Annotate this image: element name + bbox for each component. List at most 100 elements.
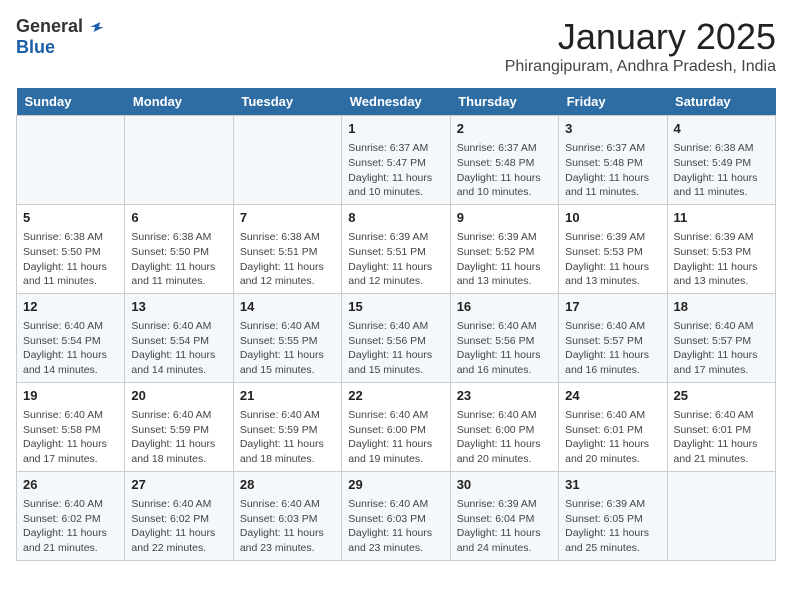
calendar-cell: 9 Sunrise: 6:39 AMSunset: 5:52 PMDaylight…: [450, 204, 558, 293]
day-number: 1: [348, 120, 443, 138]
day-of-week-header: Tuesday: [233, 88, 341, 116]
day-info: Sunrise: 6:37 AMSunset: 5:48 PMDaylight:…: [565, 141, 660, 200]
calendar-week-row: 26 Sunrise: 6:40 AMSunset: 6:02 PMDayligh…: [17, 471, 776, 560]
logo-general-text: General: [16, 16, 83, 37]
day-info: Sunrise: 6:40 AMSunset: 6:03 PMDaylight:…: [348, 497, 443, 556]
calendar-week-row: 1 Sunrise: 6:37 AMSunset: 5:47 PMDaylight…: [17, 116, 776, 205]
calendar-cell: 29 Sunrise: 6:40 AMSunset: 6:03 PMDayligh…: [342, 471, 450, 560]
day-number: 25: [674, 387, 769, 405]
day-number: 12: [23, 298, 118, 316]
day-info: Sunrise: 6:40 AMSunset: 5:56 PMDaylight:…: [457, 319, 552, 378]
day-info: Sunrise: 6:40 AMSunset: 5:56 PMDaylight:…: [348, 319, 443, 378]
day-info: Sunrise: 6:40 AMSunset: 5:59 PMDaylight:…: [240, 408, 335, 467]
calendar-cell: 24Sunrise: 6:40 AMSunset: 6:01 PMDayligh…: [559, 382, 667, 471]
day-number: 21: [240, 387, 335, 405]
calendar-cell: 16Sunrise: 6:40 AMSunset: 5:56 PMDayligh…: [450, 293, 558, 382]
day-info: Sunrise: 6:40 AMSunset: 6:03 PMDaylight:…: [240, 497, 335, 556]
day-info: Sunrise: 6:40 AMSunset: 5:54 PMDaylight:…: [23, 319, 118, 378]
calendar-cell: 27 Sunrise: 6:40 AMSunset: 6:02 PMDayligh…: [125, 471, 233, 560]
calendar-header: SundayMondayTuesdayWednesdayThursdayFrid…: [17, 88, 776, 116]
day-number: 26: [23, 476, 118, 494]
day-number: 27: [131, 476, 226, 494]
day-number: 10: [565, 209, 660, 227]
day-number: 20: [131, 387, 226, 405]
day-info: Sunrise: 6:39 AMSunset: 6:04 PMDaylight:…: [457, 497, 552, 556]
day-number: 9: [457, 209, 552, 227]
day-number: 3: [565, 120, 660, 138]
day-info: Sunrise: 6:39 AMSunset: 5:53 PMDaylight:…: [674, 230, 769, 289]
page-header: General Blue January 2025 Phirangipuram,…: [16, 16, 776, 76]
calendar-cell: 4Sunrise: 6:38 AMSunset: 5:49 PMDaylight…: [667, 116, 775, 205]
day-number: 6: [131, 209, 226, 227]
day-number: 17: [565, 298, 660, 316]
day-number: 11: [674, 209, 769, 227]
calendar-cell: 19Sunrise: 6:40 AMSunset: 5:58 PMDayligh…: [17, 382, 125, 471]
logo-icon: [87, 17, 107, 37]
location-text: Phirangipuram, Andhra Pradesh, India: [505, 58, 776, 76]
day-info: Sunrise: 6:38 AMSunset: 5:50 PMDaylight:…: [131, 230, 226, 289]
day-number: 5: [23, 209, 118, 227]
day-info: Sunrise: 6:40 AMSunset: 6:01 PMDaylight:…: [674, 408, 769, 467]
day-number: 7: [240, 209, 335, 227]
title-block: January 2025 Phirangipuram, Andhra Prade…: [505, 16, 776, 76]
day-number: 29: [348, 476, 443, 494]
calendar-cell: 20Sunrise: 6:40 AMSunset: 5:59 PMDayligh…: [125, 382, 233, 471]
calendar-cell: 17 Sunrise: 6:40 AMSunset: 5:57 PMDayligh…: [559, 293, 667, 382]
day-info: Sunrise: 6:37 AMSunset: 5:48 PMDaylight:…: [457, 141, 552, 200]
day-number: 8: [348, 209, 443, 227]
calendar-cell: [233, 116, 341, 205]
day-number: 18: [674, 298, 769, 316]
calendar-cell: 3 Sunrise: 6:37 AMSunset: 5:48 PMDaylight…: [559, 116, 667, 205]
day-number: 30: [457, 476, 552, 494]
day-of-week-header: Monday: [125, 88, 233, 116]
calendar-cell: 26 Sunrise: 6:40 AMSunset: 6:02 PMDayligh…: [17, 471, 125, 560]
day-number: 31: [565, 476, 660, 494]
day-info: Sunrise: 6:38 AMSunset: 5:51 PMDaylight:…: [240, 230, 335, 289]
calendar-cell: 22Sunrise: 6:40 AMSunset: 6:00 PMDayligh…: [342, 382, 450, 471]
calendar-cell: 12 Sunrise: 6:40 AMSunset: 5:54 PMDayligh…: [17, 293, 125, 382]
calendar-cell: 25 Sunrise: 6:40 AMSunset: 6:01 PMDayligh…: [667, 382, 775, 471]
day-info: Sunrise: 6:37 AMSunset: 5:47 PMDaylight:…: [348, 141, 443, 200]
calendar-cell: 11 Sunrise: 6:39 AMSunset: 5:53 PMDayligh…: [667, 204, 775, 293]
calendar-cell: 13Sunrise: 6:40 AMSunset: 5:54 PMDayligh…: [125, 293, 233, 382]
day-number: 15: [348, 298, 443, 316]
day-number: 23: [457, 387, 552, 405]
day-info: Sunrise: 6:40 AMSunset: 6:00 PMDaylight:…: [457, 408, 552, 467]
calendar-cell: 8 Sunrise: 6:39 AMSunset: 5:51 PMDaylight…: [342, 204, 450, 293]
day-info: Sunrise: 6:39 AMSunset: 5:52 PMDaylight:…: [457, 230, 552, 289]
day-info: Sunrise: 6:40 AMSunset: 5:54 PMDaylight:…: [131, 319, 226, 378]
calendar-cell: 5 Sunrise: 6:38 AMSunset: 5:50 PMDaylight…: [17, 204, 125, 293]
day-number: 14: [240, 298, 335, 316]
month-title: January 2025: [505, 16, 776, 58]
day-number: 2: [457, 120, 552, 138]
day-info: Sunrise: 6:38 AMSunset: 5:50 PMDaylight:…: [23, 230, 118, 289]
calendar-week-row: 5 Sunrise: 6:38 AMSunset: 5:50 PMDaylight…: [17, 204, 776, 293]
calendar-cell: 10 Sunrise: 6:39 AMSunset: 5:53 PMDayligh…: [559, 204, 667, 293]
calendar-cell: 7 Sunrise: 6:38 AMSunset: 5:51 PMDaylight…: [233, 204, 341, 293]
calendar-cell: 23 Sunrise: 6:40 AMSunset: 6:00 PMDayligh…: [450, 382, 558, 471]
day-number: 19: [23, 387, 118, 405]
logo: General Blue: [16, 16, 107, 58]
day-info: Sunrise: 6:40 AMSunset: 6:02 PMDaylight:…: [131, 497, 226, 556]
day-of-week-header: Thursday: [450, 88, 558, 116]
calendar-body: 1 Sunrise: 6:37 AMSunset: 5:47 PMDaylight…: [17, 116, 776, 561]
day-info: Sunrise: 6:40 AMSunset: 5:57 PMDaylight:…: [674, 319, 769, 378]
calendar-cell: 18 Sunrise: 6:40 AMSunset: 5:57 PMDayligh…: [667, 293, 775, 382]
calendar-cell: 1 Sunrise: 6:37 AMSunset: 5:47 PMDaylight…: [342, 116, 450, 205]
day-number: 28: [240, 476, 335, 494]
calendar-cell: 30 Sunrise: 6:39 AMSunset: 6:04 PMDayligh…: [450, 471, 558, 560]
day-info: Sunrise: 6:39 AMSunset: 5:53 PMDaylight:…: [565, 230, 660, 289]
day-info: Sunrise: 6:40 AMSunset: 5:55 PMDaylight:…: [240, 319, 335, 378]
day-info: Sunrise: 6:40 AMSunset: 5:57 PMDaylight:…: [565, 319, 660, 378]
day-info: Sunrise: 6:40 AMSunset: 6:00 PMDaylight:…: [348, 408, 443, 467]
calendar-cell: [667, 471, 775, 560]
calendar-cell: 28 Sunrise: 6:40 AMSunset: 6:03 PMDayligh…: [233, 471, 341, 560]
day-of-week-header: Saturday: [667, 88, 775, 116]
calendar-cell: [125, 116, 233, 205]
day-info: Sunrise: 6:40 AMSunset: 6:02 PMDaylight:…: [23, 497, 118, 556]
calendar-week-row: 19Sunrise: 6:40 AMSunset: 5:58 PMDayligh…: [17, 382, 776, 471]
calendar-cell: 6 Sunrise: 6:38 AMSunset: 5:50 PMDaylight…: [125, 204, 233, 293]
day-info: Sunrise: 6:39 AMSunset: 5:51 PMDaylight:…: [348, 230, 443, 289]
day-of-week-header: Sunday: [17, 88, 125, 116]
calendar-cell: 21 Sunrise: 6:40 AMSunset: 5:59 PMDayligh…: [233, 382, 341, 471]
